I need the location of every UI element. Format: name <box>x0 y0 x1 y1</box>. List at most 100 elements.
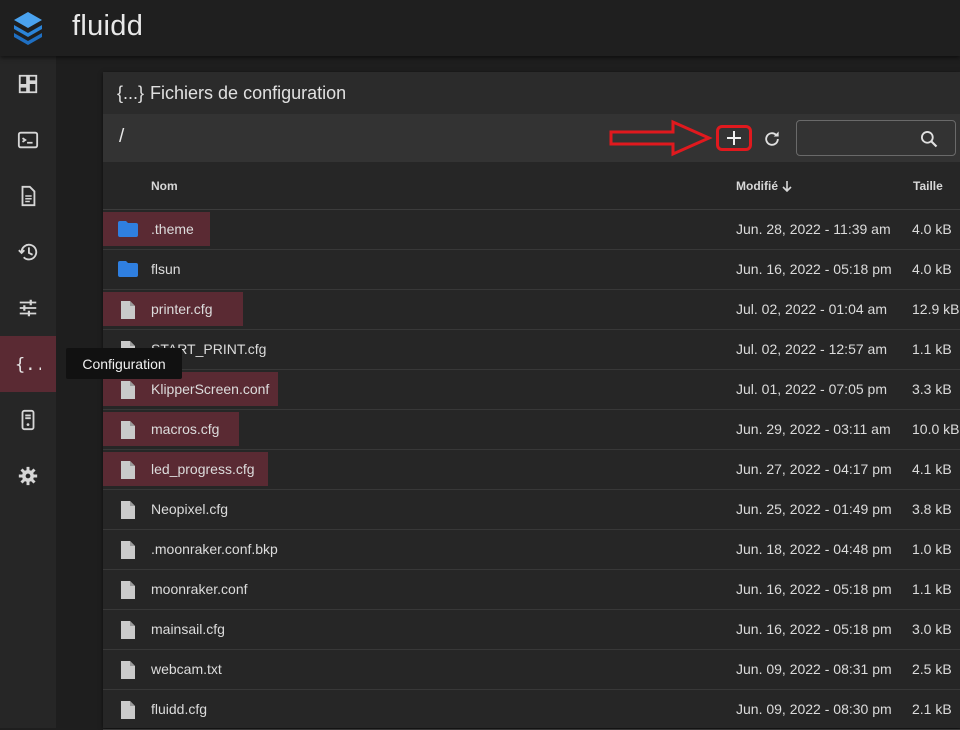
file-name: Neopixel.cfg <box>151 501 229 517</box>
file-size: 3.0 kB <box>912 621 952 637</box>
file-name: webcam.txt <box>151 661 222 677</box>
sort-arrow-down-icon <box>782 181 792 192</box>
folder-icon <box>117 260 139 281</box>
config-files-card: {...} Fichiers de configuration / Nom Mo… <box>103 72 960 730</box>
add-file-button[interactable] <box>716 125 752 151</box>
file-size: 1.1 kB <box>912 341 952 357</box>
server-icon <box>21 409 35 431</box>
file-name: led_progress.cfg <box>151 461 255 477</box>
tune-icon <box>19 299 37 317</box>
file-name: printer.cfg <box>151 301 213 317</box>
table-row[interactable]: KlipperScreen.conf Jul. 01, 2022 - 07:05 … <box>103 370 960 410</box>
column-header-name[interactable]: Nom <box>151 179 178 193</box>
table-row[interactable]: webcam.txt Jun. 09, 2022 - 08:31 pm 2.5 kB <box>103 650 960 690</box>
file-name: flsun <box>151 261 181 277</box>
file-modified: Jun. 29, 2022 - 03:11 am <box>736 421 891 437</box>
file-modified: Jun. 18, 2022 - 04:48 pm <box>736 541 892 557</box>
column-header-size[interactable]: Taille <box>913 179 943 193</box>
file-modified: Jun. 16, 2022 - 05:18 pm <box>736 581 892 597</box>
search-icon[interactable] <box>919 129 939 149</box>
nav-settings[interactable] <box>0 448 56 504</box>
card-header: {...} Fichiers de configuration <box>103 72 960 114</box>
console-icon <box>17 131 39 149</box>
file-document-icon <box>21 185 36 207</box>
file-icon <box>119 460 137 483</box>
table-row[interactable]: moonraker.conf Jun. 16, 2022 - 05:18 pm 1.… <box>103 570 960 610</box>
file-name: fluidd.cfg <box>151 701 208 717</box>
table-header: Nom Modifié Taille <box>103 162 960 210</box>
file-list: .theme Jun. 28, 2022 - 11:39 am 4.0 kB flsu… <box>103 210 960 730</box>
table-row[interactable]: macros.cfg Jun. 29, 2022 - 03:11 am 10.0 k… <box>103 410 960 450</box>
file-icon <box>119 660 137 683</box>
nav-system[interactable] <box>0 392 56 448</box>
table-row[interactable]: printer.cfg Jul. 02, 2022 - 01:04 am 12.9 … <box>103 290 960 330</box>
folder-icon <box>117 220 139 241</box>
file-size: 3.8 kB <box>912 501 952 517</box>
file-size: 2.5 kB <box>912 661 952 677</box>
nav-tune[interactable] <box>0 280 56 336</box>
code-braces-icon: {...} <box>117 82 145 103</box>
table-row[interactable]: START_PRINT.cfg Jul. 02, 2022 - 12:57 am 1… <box>103 330 960 370</box>
file-modified: Jun. 16, 2022 - 05:18 pm <box>736 621 892 637</box>
file-icon <box>119 300 137 323</box>
file-modified: Jun. 25, 2022 - 01:49 pm <box>736 501 892 517</box>
file-icon <box>119 420 137 443</box>
file-size: 1.0 kB <box>912 541 952 557</box>
column-header-modified-label: Modifié <box>736 179 778 193</box>
table-row[interactable]: Neopixel.cfg Jun. 25, 2022 - 01:49 pm 3.8 … <box>103 490 960 530</box>
file-toolbar: / <box>103 114 960 162</box>
file-icon <box>119 540 137 563</box>
nav-console[interactable] <box>0 112 56 168</box>
file-size: 4.0 kB <box>912 261 952 277</box>
fluidd-logo-icon[interactable] <box>0 0 56 56</box>
file-name: mainsail.cfg <box>151 621 225 637</box>
file-modified: Jul. 01, 2022 - 07:05 pm <box>736 381 887 397</box>
search-field[interactable] <box>796 120 956 156</box>
table-row[interactable]: .theme Jun. 28, 2022 - 11:39 am 4.0 kB <box>103 210 960 250</box>
file-size: 1.1 kB <box>912 581 952 597</box>
search-input[interactable] <box>805 127 915 151</box>
table-row[interactable]: fluidd.cfg Jun. 09, 2022 - 08:30 pm 2.1 kB <box>103 690 960 730</box>
current-path[interactable]: / <box>119 126 124 148</box>
app-title: fluidd <box>72 10 144 42</box>
file-size: 10.0 kB <box>912 421 960 437</box>
sidebar-nav: {..} <box>0 56 56 728</box>
column-header-modified[interactable]: Modifié <box>736 179 793 193</box>
file-name: KlipperScreen.conf <box>151 381 270 397</box>
file-icon <box>119 580 137 603</box>
annotation-arrow-icon <box>609 119 713 157</box>
file-modified: Jun. 28, 2022 - 11:39 am <box>736 221 891 237</box>
nav-history[interactable] <box>0 224 56 280</box>
file-modified: Jun. 27, 2022 - 04:17 pm <box>736 461 892 477</box>
refresh-icon <box>765 131 779 146</box>
refresh-button[interactable] <box>759 126 785 152</box>
file-modified: Jul. 02, 2022 - 12:57 am <box>736 341 887 357</box>
file-size: 4.1 kB <box>912 461 952 477</box>
plus-icon <box>727 131 741 145</box>
file-name: .theme <box>151 221 194 237</box>
table-row[interactable]: flsun Jun. 16, 2022 - 05:18 pm 4.0 kB <box>103 250 960 290</box>
nav-tooltip: Configuration <box>66 348 182 379</box>
table-row[interactable]: mainsail.cfg Jun. 16, 2022 - 05:18 pm 3.0 … <box>103 610 960 650</box>
nav-configuration[interactable]: {..} <box>0 336 56 392</box>
gear-icon <box>18 466 38 486</box>
file-size: 3.3 kB <box>912 381 952 397</box>
card-title: Fichiers de configuration <box>150 82 347 103</box>
file-modified: Jun. 09, 2022 - 08:31 pm <box>736 661 892 677</box>
file-icon <box>119 500 137 523</box>
file-modified: Jun. 16, 2022 - 05:18 pm <box>736 261 892 277</box>
file-icon <box>119 620 137 643</box>
file-icon <box>119 700 137 723</box>
history-icon <box>18 243 38 261</box>
dashboard-icon <box>18 74 38 94</box>
file-modified: Jun. 09, 2022 - 08:30 pm <box>736 701 892 717</box>
table-row[interactable]: led_progress.cfg Jun. 27, 2022 - 04:17 pm… <box>103 450 960 490</box>
nav-dashboard[interactable] <box>0 56 56 112</box>
code-braces-icon: {..} <box>15 355 41 375</box>
table-row[interactable]: .moonraker.conf.bkp Jun. 18, 2022 - 04:48… <box>103 530 960 570</box>
nav-jobs[interactable] <box>0 168 56 224</box>
file-name: moonraker.conf <box>151 581 248 597</box>
file-name: .moonraker.conf.bkp <box>151 541 278 557</box>
file-name: macros.cfg <box>151 421 220 437</box>
file-size: 2.1 kB <box>912 701 952 717</box>
